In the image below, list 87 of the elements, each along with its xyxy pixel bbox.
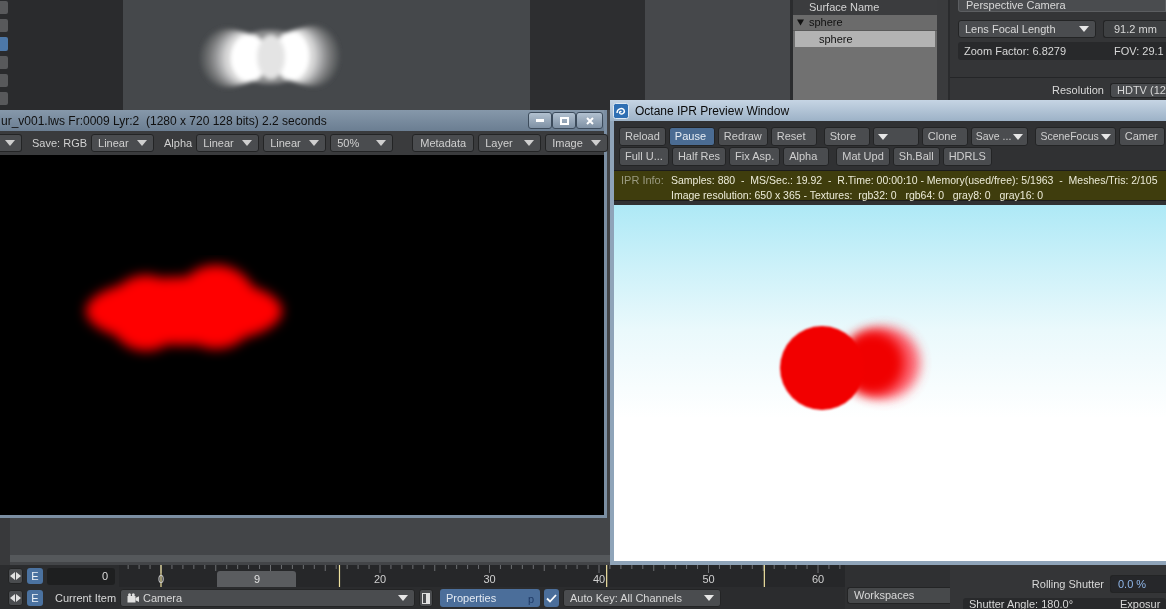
playhead-thumb[interactable]: 9 bbox=[217, 571, 297, 587]
ruler-label: 30 bbox=[483, 574, 496, 585]
toolbar-button[interactable]: Clone bbox=[921, 127, 968, 146]
toolbar-dropdown[interactable]: Image bbox=[545, 134, 609, 152]
camera-icon bbox=[127, 593, 139, 603]
info-line: Samples: 880 - MS/Sec.: 19.92 - R.Time: 00:00:10 - Memory(used/free): 5/1963 - Meshes/Tris: 2/105 bbox=[671, 175, 1158, 186]
toolbar-button[interactable]: Pause bbox=[668, 127, 715, 146]
minimize-icon bbox=[536, 119, 544, 122]
toolbar-button[interactable]: Store bbox=[823, 127, 870, 146]
caret-icon bbox=[376, 140, 387, 146]
toolbar-dropdown[interactable]: Linear bbox=[196, 134, 260, 152]
caret-icon bbox=[704, 595, 714, 601]
expanded-triangle-icon bbox=[797, 19, 804, 26]
toolbar-button[interactable]: HDRLS bbox=[942, 147, 992, 166]
current-item-dropdown[interactable]: Camera bbox=[120, 589, 415, 607]
auto-key-dropdown[interactable]: Auto Key: All Channels bbox=[563, 589, 721, 607]
field-label: Rolling Shutter bbox=[1031, 578, 1104, 590]
window-title: Octane IPR Preview Window bbox=[635, 104, 790, 117]
fov-text: FOV: 29.1 bbox=[1114, 45, 1164, 57]
toolbar-label: Save: RGB bbox=[32, 137, 88, 149]
ruler-label: 50 bbox=[702, 574, 715, 585]
zoom-factor-text: Zoom Factor: 6.8279 bbox=[964, 45, 1068, 57]
toolbar-button[interactable]: Metadata bbox=[412, 134, 475, 152]
frame-field[interactable]: 0 bbox=[47, 567, 115, 585]
toolbar-button[interactable]: Redraw bbox=[717, 127, 768, 146]
close-button[interactable] bbox=[576, 112, 603, 129]
toolbar-dropdown[interactable] bbox=[872, 127, 919, 146]
info-line: Image resolution: 650 x 365 - Textures: rgb32: 0 rgb64: 0 gray8: 0 gray16: 0 bbox=[671, 189, 1045, 200]
edit-button[interactable]: E bbox=[27, 590, 43, 606]
toolbar-dropdown[interactable]: Linear bbox=[91, 134, 155, 152]
info-label: IPR Info: bbox=[621, 175, 665, 188]
caret-icon bbox=[524, 140, 535, 146]
toolbar-dropdown[interactable]: Layer bbox=[478, 134, 542, 152]
toolbar-button[interactable]: Camer bbox=[1118, 127, 1165, 146]
maximize-icon bbox=[559, 116, 569, 125]
toolbar-label: Alpha bbox=[164, 137, 193, 149]
left-right-arrows-icon bbox=[10, 572, 21, 580]
caret-icon bbox=[398, 595, 408, 601]
field-label: Resolution bbox=[1052, 85, 1104, 96]
ruler-label: 60 bbox=[811, 574, 825, 585]
caret-icon bbox=[1013, 133, 1024, 140]
panel-toggle-button[interactable] bbox=[419, 589, 433, 607]
toolbar-dropdown[interactable]: Save ... bbox=[970, 127, 1029, 146]
ruler-label: 40 bbox=[592, 574, 606, 585]
close-icon bbox=[585, 116, 594, 125]
arrows-button[interactable] bbox=[8, 590, 23, 606]
toolbar-dropdown[interactable]: 50% bbox=[330, 134, 394, 152]
camera-type-dropdown[interactable]: Perspective Camera bbox=[958, 0, 1166, 12]
rolling-shutter-field[interactable]: 0.0 % bbox=[1110, 575, 1166, 593]
arrows-button[interactable] bbox=[8, 568, 23, 584]
tree-row[interactable]: sphere bbox=[793, 15, 937, 31]
toolbar-button[interactable]: Alpha bbox=[783, 147, 830, 166]
toolbar-dropdown[interactable]: SceneFocus bbox=[1035, 127, 1116, 146]
caret-icon bbox=[137, 140, 148, 146]
left-right-arrows-icon bbox=[10, 594, 21, 602]
panel-icon bbox=[422, 592, 430, 604]
column-header: Surface Name bbox=[793, 0, 937, 15]
caret-icon bbox=[5, 140, 15, 146]
field-label: Current Item bbox=[54, 592, 116, 604]
edit-button[interactable]: E bbox=[27, 568, 43, 584]
caret-icon bbox=[591, 140, 602, 146]
toolbar-button[interactable]: Full U... bbox=[619, 147, 669, 166]
auto-key-checkbox[interactable] bbox=[544, 589, 559, 607]
tree-row[interactable]: sphere bbox=[795, 31, 935, 47]
caret-icon bbox=[877, 133, 888, 140]
caret-icon bbox=[242, 140, 253, 146]
caret-icon bbox=[1100, 133, 1111, 140]
toolbar-button[interactable]: Reset bbox=[770, 127, 817, 146]
toolbar-dropdown[interactable] bbox=[0, 134, 22, 152]
caret-icon bbox=[309, 140, 320, 146]
check-icon bbox=[546, 593, 557, 603]
ruler-label: 20 bbox=[373, 574, 387, 585]
toolbar-button[interactable]: Sh.Ball bbox=[892, 147, 940, 166]
caret-icon bbox=[1079, 26, 1089, 32]
workspaces-dropdown[interactable]: Workspaces bbox=[847, 587, 950, 604]
resolution-dropdown[interactable]: HDTV (12 bbox=[1110, 83, 1166, 98]
toolbar-button[interactable]: Half Res bbox=[671, 147, 727, 166]
maximize-button[interactable] bbox=[552, 112, 576, 129]
toolbar-button[interactable]: Fix Asp. bbox=[729, 147, 781, 166]
lens-mode-dropdown[interactable]: Lens Focal Length bbox=[958, 20, 1096, 38]
focal-length-field[interactable]: 91.2 mm bbox=[1103, 20, 1166, 38]
window-title: ur_v001.lws Fr:0009 Lyr:2 (1280 x 720 128 bits) 2.2 seconds bbox=[0, 114, 327, 127]
minimize-button[interactable] bbox=[528, 112, 552, 129]
app-icon bbox=[613, 102, 629, 119]
toolbar-button[interactable]: Reload bbox=[619, 127, 666, 146]
toolbar-button[interactable]: Mat Upd bbox=[836, 147, 890, 166]
toolbar-dropdown[interactable]: Linear bbox=[263, 134, 327, 152]
